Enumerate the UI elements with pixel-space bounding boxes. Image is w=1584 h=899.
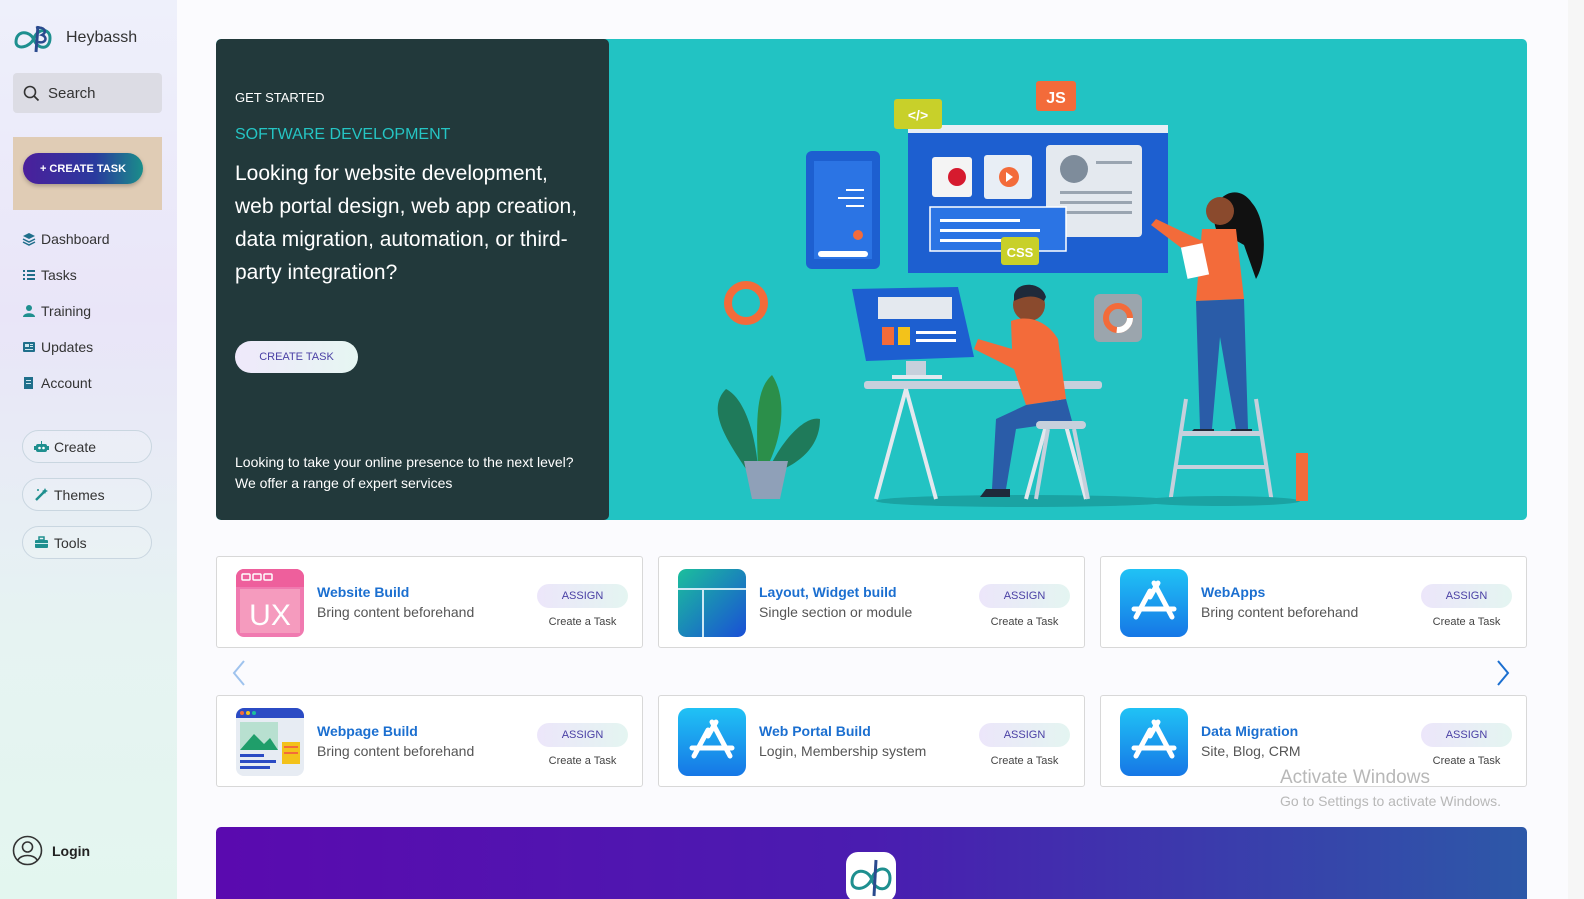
create-task-button[interactable]: + CREATE TASK [23,153,143,184]
document-icon [24,377,33,389]
create-task-link[interactable]: Create a Task [1421,616,1512,628]
pill-label: Tools [54,534,87,551]
windows-activation-watermark: Activate Windows Go to Settings to activ… [1280,767,1501,809]
watermark-line1: Activate Windows [1280,767,1430,788]
assign-button[interactable]: ASSIGN [537,723,628,747]
service-card[interactable]: WebApps Bring content beforehand ASSIGN … [1100,556,1527,648]
sidebar-item-tasks[interactable]: Tasks [22,257,110,293]
sidebar-item-label: Tasks [41,267,77,283]
card-title[interactable]: Web Portal Build [759,723,871,739]
assign-button[interactable]: ASSIGN [1421,584,1512,608]
hero-subtitle: SOFTWARE DEVELOPMENT [235,126,451,143]
hero-footer-line2: We offer a range of expert services [235,475,453,491]
create-task-panel: + CREATE TASK [13,137,162,210]
card-title[interactable]: WebApps [1201,584,1265,600]
sidebar-pill-create[interactable]: Create [22,430,152,463]
newspaper-icon [23,342,35,352]
sidebar-item-label: Training [41,303,92,319]
bottom-banner [216,827,1527,899]
carousel-next-arrow-icon[interactable] [1492,659,1514,687]
sidebar-pill-themes[interactable]: Themes [22,478,152,511]
layers-icon [22,233,36,246]
create-task-link[interactable]: Create a Task [1421,755,1512,767]
app-store-icon [678,708,746,776]
card-description: Bring content beforehand [317,604,475,620]
hero-banner: GET STARTED SOFTWARE DEVELOPMENT Looking… [216,39,1527,520]
pill-label: Create [54,438,97,455]
service-card[interactable]: Layout, Widget build Single section or m… [658,556,1085,648]
card-description: Bring content beforehand [317,743,475,759]
user-circle-icon [12,835,43,866]
assign-button[interactable]: ASSIGN [537,584,628,608]
ux-design-icon: UX [236,569,304,637]
app-store-icon [1120,708,1188,776]
card-title[interactable]: Layout, Widget build [759,584,897,600]
hero-create-task-button[interactable]: CREATE TASK [235,341,358,373]
list-check-icon [23,270,35,280]
brand-logo-icon [14,25,52,53]
page-scrollbar[interactable] [1568,0,1584,899]
assign-button[interactable]: ASSIGN [979,723,1070,747]
sidebar-item-label: Updates [41,339,94,355]
search-placeholder: Search [48,84,96,102]
assign-button[interactable]: ASSIGN [1421,723,1512,747]
card-title[interactable]: Webpage Build [317,723,418,739]
search-input[interactable]: Search [13,73,162,113]
sidebar-item-label: Account [41,375,92,391]
sidebar: Heybassh Search + CREATE TASK Dashboard … [0,0,177,899]
sidebar-item-updates[interactable]: Updates [22,329,110,365]
hero-text-panel: GET STARTED SOFTWARE DEVELOPMENT Looking… [216,39,609,520]
brand[interactable]: Heybassh [12,20,137,56]
js-tag-label: JS [1046,90,1066,107]
webpage-icon [236,708,304,776]
toolbox-icon [35,536,48,548]
card-title[interactable]: Data Migration [1201,723,1298,739]
service-card[interactable]: UX Website Build Bring content beforehan… [216,556,643,648]
css-tag-label: CSS [1007,245,1034,260]
create-task-link[interactable]: Create a Task [537,616,628,628]
sidebar-item-account[interactable]: Account [22,365,110,401]
code-tag-label: </> [908,107,928,123]
assign-button[interactable]: ASSIGN [979,584,1070,608]
watermark-line2: Go to Settings to activate Windows. [1280,793,1501,809]
hero-title: Looking for website development, web por… [235,162,578,284]
hero-footer-text: Looking to take your online presence to … [235,452,595,494]
service-card[interactable]: Webpage Build Bring content beforehand A… [216,695,643,787]
app-store-icon [1120,569,1188,637]
card-title[interactable]: Website Build [317,584,409,600]
sidebar-nav: Dashboard Tasks Training Updates Account [22,221,110,401]
sidebar-pill-tools[interactable]: Tools [22,526,152,559]
login-label: Login [52,842,91,859]
sidebar-item-label: Dashboard [41,231,110,247]
developer-illustration: </> JS CSS [717,81,1308,507]
card-description: Site, Blog, CRM [1201,743,1301,759]
login-button[interactable]: Login [12,835,90,866]
brand-name: Heybassh [66,29,138,46]
create-task-link[interactable]: Create a Task [979,616,1070,628]
magic-wand-icon [35,488,48,501]
card-description: Bring content beforehand [1201,604,1359,620]
search-icon [23,85,40,101]
card-description: Login, Membership system [759,743,927,759]
service-card[interactable]: Web Portal Build Login, Membership syste… [658,695,1085,787]
carousel-prev-arrow-icon[interactable] [228,659,250,687]
sidebar-item-training[interactable]: Training [22,293,110,329]
hero-footer-line1: Looking to take your online presence to … [235,454,574,470]
create-task-link[interactable]: Create a Task [979,755,1070,767]
robot-icon [34,441,49,452]
banner-logo-icon [846,852,896,899]
layout-icon [678,569,746,637]
create-task-link[interactable]: Create a Task [537,755,628,767]
hero-eyebrow: GET STARTED [235,90,325,105]
sidebar-item-dashboard[interactable]: Dashboard [22,221,110,257]
svg-text:UX: UX [249,599,291,632]
pill-label: Themes [54,486,105,503]
trainer-icon [23,305,35,317]
card-description: Single section or module [759,604,913,620]
